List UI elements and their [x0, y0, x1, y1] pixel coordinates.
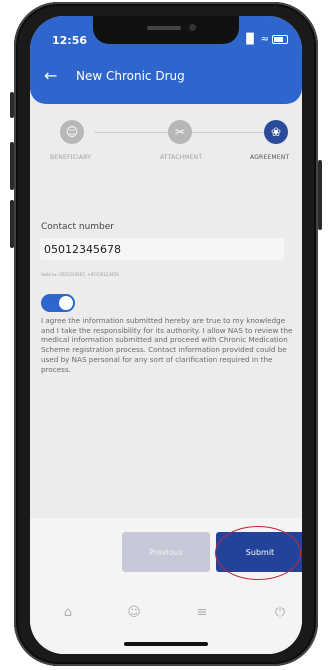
home-icon[interactable]: ⌂: [56, 602, 80, 622]
power-icon[interactable]: ⏻: [268, 602, 292, 622]
app-screen: 12:56 ▐▌ ≈ ← New Chronic Drug ☺ ✂ ❀ BENE…: [30, 16, 302, 654]
contact-number-label: Contact number: [41, 222, 115, 232]
status-icons: ▐▌ ≈: [242, 34, 288, 45]
stepper: ☺ ✂ ❀ BENEFICIARY ATTACHMENT AGREEMENT: [30, 116, 302, 176]
contact-number-input[interactable]: 05012345678: [40, 238, 284, 260]
back-arrow-icon[interactable]: ←: [44, 68, 57, 84]
settings-icon[interactable]: ≡: [190, 602, 214, 622]
previous-button[interactable]: Previous: [122, 532, 210, 572]
attachment-step-icon[interactable]: ✂: [168, 120, 192, 144]
step-label-beneficiary: BENEFICIARY: [50, 154, 92, 161]
front-camera: [189, 24, 196, 31]
contact-number-hint: Valid ex: 0501234567, +97150123456: [41, 272, 119, 277]
home-indicator: [124, 642, 208, 646]
footer-area: Previous Submit ⌂ ☺ ≡ ⏻: [30, 518, 302, 654]
agreement-form: Contact number 05012345678 Valid ex: 050…: [30, 206, 302, 518]
side-button-power: [318, 160, 322, 230]
side-button-volume-up: [10, 142, 14, 190]
step-label-agreement: AGREEMENT: [250, 154, 290, 161]
side-button-volume-down: [10, 200, 14, 248]
agreement-step-icon[interactable]: ❀: [264, 120, 288, 144]
battery-icon: [272, 35, 288, 44]
bottom-tab-bar: ⌂ ☺ ≡ ⏻: [30, 596, 302, 626]
step-connector: [192, 132, 264, 133]
toggle-knob: [59, 296, 73, 310]
agreement-toggle[interactable]: [41, 294, 75, 312]
device-notch: [93, 16, 239, 44]
status-time: 12:56: [52, 34, 88, 47]
speaker-grille: [147, 26, 181, 30]
beneficiary-step-icon[interactable]: ☺: [60, 120, 84, 144]
side-button-mute: [10, 92, 14, 118]
wifi-icon: ≈: [260, 34, 269, 45]
profile-icon[interactable]: ☺: [122, 602, 146, 622]
step-connector: [94, 132, 168, 133]
submit-button[interactable]: Submit: [216, 532, 302, 572]
agreement-text: I agree the information submitted hereby…: [41, 316, 293, 374]
page-title: New Chronic Drug: [76, 69, 185, 83]
step-label-attachment: ATTACHMENT: [160, 154, 203, 161]
signal-icon: ▐▌: [242, 34, 258, 45]
